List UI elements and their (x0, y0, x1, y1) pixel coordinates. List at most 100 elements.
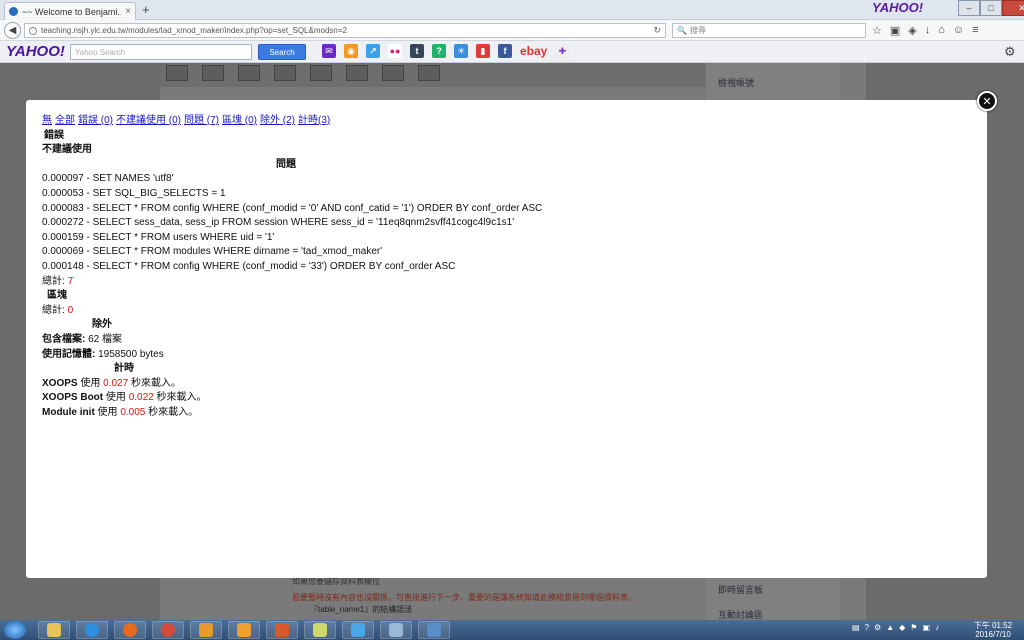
yahoo-search-input[interactable]: Yahoo Search (70, 44, 252, 60)
address-bar[interactable]: teaching.nsjh.ylc.edu.tw/modules/tad_xmo… (24, 23, 666, 38)
toolbar-icon (418, 65, 440, 81)
window-close-button[interactable]: ✕ (1002, 0, 1024, 16)
query-row: 0.000083 - SELECT * FROM config WHERE (c… (42, 202, 543, 214)
downloads-icon[interactable]: ↓ (925, 24, 931, 37)
media-player-icon (199, 623, 213, 637)
finance-icon[interactable]: ↗ (366, 44, 380, 58)
pocket-icon[interactable]: ◈ (908, 24, 916, 37)
taskbar-chrome[interactable] (152, 621, 184, 639)
toolbar-icon (166, 65, 188, 81)
queries-heading: 問題 (276, 158, 296, 170)
yahoo-toolbar-logo[interactable]: YAHOO! (6, 43, 65, 60)
chat-icon[interactable]: ☺ (953, 24, 964, 37)
query-row: 0.000097 - SET NAMES 'utf8' (42, 173, 174, 185)
flickr-icon[interactable]: ●● (388, 44, 402, 58)
answers-icon[interactable]: ? (432, 44, 446, 58)
home-icon[interactable]: ⌂ (938, 24, 945, 37)
clock-date: 2016/7/10 (975, 630, 1011, 639)
browser-tab[interactable]: ~~ Welcome to Benjami... × (4, 2, 136, 20)
behind-text-line: 『table_name1』的結構語法 (310, 605, 413, 614)
yahoo-search-button[interactable]: Search (258, 44, 306, 60)
filter-link-queries[interactable]: 問題 (7) (184, 115, 219, 126)
taskbar-app[interactable] (342, 621, 374, 639)
timer-value: 0.022 (128, 392, 154, 404)
mail-icon[interactable]: ✉ (322, 44, 336, 58)
queries-total: 總計: 7 (42, 275, 962, 290)
site-info-icon[interactable] (29, 26, 37, 35)
security-icon[interactable]: ◆ (899, 623, 905, 632)
total-label: 總計: (42, 275, 65, 287)
behind-text-line: 若要暫時沒有內容也沒關係，可直接進行下一步，重要的是讓系統知道此模組會用到哪個資… (292, 593, 636, 602)
overlay-close-icon[interactable]: ✕ (977, 91, 997, 111)
tab-close-icon[interactable]: × (125, 6, 131, 17)
app-icon (237, 623, 251, 637)
tumblr-icon[interactable]: t (410, 44, 424, 58)
app-icon (313, 623, 327, 637)
included-files-row: 包含檔案: 62 檔案 (42, 333, 962, 348)
windows-taskbar: ▤ ? ⚙ ▲ ◆ ⚑ ▣ ♪ 下午 01:52 2016/7/10 (0, 620, 1024, 640)
timer-row: Module init 使用 0.005 秒來載入。 (42, 406, 962, 421)
maximize-button[interactable]: □ (980, 0, 1002, 16)
facebook-icon[interactable]: f (498, 44, 512, 58)
keyboard-icon[interactable]: ▤ (852, 623, 860, 632)
taskbar-app[interactable] (418, 621, 450, 639)
site-favicon-icon (9, 7, 18, 16)
filter-link-all[interactable]: 全部 (55, 115, 75, 126)
errors-heading: 錯誤 (44, 129, 64, 141)
taskbar-firefox[interactable] (114, 621, 146, 639)
firefox-icon (123, 623, 137, 637)
timer-value: 0.027 (103, 377, 129, 389)
tab-bar: ~~ Welcome to Benjami... × + YAHOO! – □ … (0, 0, 1024, 20)
taskbar-app[interactable] (304, 621, 336, 639)
taskbar-ie[interactable] (76, 621, 108, 639)
filter-link-blocks[interactable]: 區塊 (0) (222, 115, 257, 126)
memory-label: 使用記憶體: (42, 348, 96, 360)
query-row: 0.000069 - SELECT * FROM modules WHERE d… (42, 246, 383, 258)
timer-name: XOOPS (42, 377, 78, 389)
bookmark-icon[interactable]: ▮ (476, 44, 490, 58)
taskbar-explorer[interactable] (38, 621, 70, 639)
app-icon (275, 623, 289, 637)
queries-total-value: 7 (67, 275, 74, 287)
filter-link-deprecated[interactable]: 不建議使用 (0) (116, 115, 181, 126)
ebay-link[interactable]: ebay (520, 44, 547, 58)
sports-icon[interactable]: ◉ (344, 44, 358, 58)
timer-post: 秒來載入。 (156, 392, 207, 404)
weather-icon[interactable]: ☀ (454, 44, 468, 58)
minimize-button[interactable]: – (958, 0, 980, 16)
new-tab-button[interactable]: + (142, 2, 150, 17)
filter-link-errors[interactable]: 錯誤 (0) (78, 115, 113, 126)
menu-icon[interactable]: ≡ (972, 24, 978, 37)
taskbar-clock[interactable]: 下午 01:52 2016/7/10 (968, 621, 1018, 639)
system-tray: ▤ ? ⚙ ▲ ◆ ⚑ ▣ ♪ (852, 623, 939, 632)
settings-icon[interactable]: ⚙ (874, 623, 881, 632)
filter-link-none[interactable]: 無 (42, 115, 52, 126)
folder-icon (47, 623, 61, 637)
bookmarks-list-icon[interactable]: ▣ (890, 24, 900, 37)
arrow-icon[interactable]: ▲ (886, 623, 894, 632)
included-files-label: 包含檔案: (42, 333, 86, 345)
internet-explorer-icon (85, 623, 99, 637)
browser-toolbar-icons: ☆ ▣ ◈ ↓ ⌂ ☺ ≡ (872, 24, 979, 37)
taskbar-media[interactable] (190, 621, 222, 639)
gear-icon[interactable]: ⚙ (1004, 44, 1016, 60)
timer-post: 秒來載入。 (148, 406, 199, 418)
back-button[interactable]: ◀ (4, 22, 21, 39)
bookmark-star-icon[interactable]: ☆ (872, 24, 882, 37)
help-icon[interactable]: ? (865, 623, 869, 632)
browser-search-input[interactable]: 🔍 搜尋 (672, 23, 866, 38)
filter-link-timers[interactable]: 計時(3) (298, 115, 330, 126)
filter-link-extra[interactable]: 除外 (2) (260, 115, 295, 126)
volume-icon[interactable]: ♪ (935, 623, 939, 632)
reload-icon[interactable]: ↻ (653, 25, 665, 36)
timer-row: XOOPS Boot 使用 0.022 秒來載入。 (42, 391, 962, 406)
taskbar-app[interactable] (380, 621, 412, 639)
debug-overlay-window: 無全部 錯誤 (0) 不建議使用 (0) 問題 (7) 區塊 (0) 除外 (2) 計時(3… (26, 100, 987, 578)
url-text: teaching.nsjh.ylc.edu.tw/modules/tad_xmo… (41, 26, 347, 35)
taskbar-app[interactable] (228, 621, 260, 639)
start-button[interactable] (4, 621, 26, 639)
taskbar-app[interactable] (266, 621, 298, 639)
flag-icon[interactable]: ⚑ (910, 623, 917, 632)
network-icon[interactable]: ▣ (922, 623, 930, 632)
add-icon[interactable]: ✚ (555, 44, 570, 58)
